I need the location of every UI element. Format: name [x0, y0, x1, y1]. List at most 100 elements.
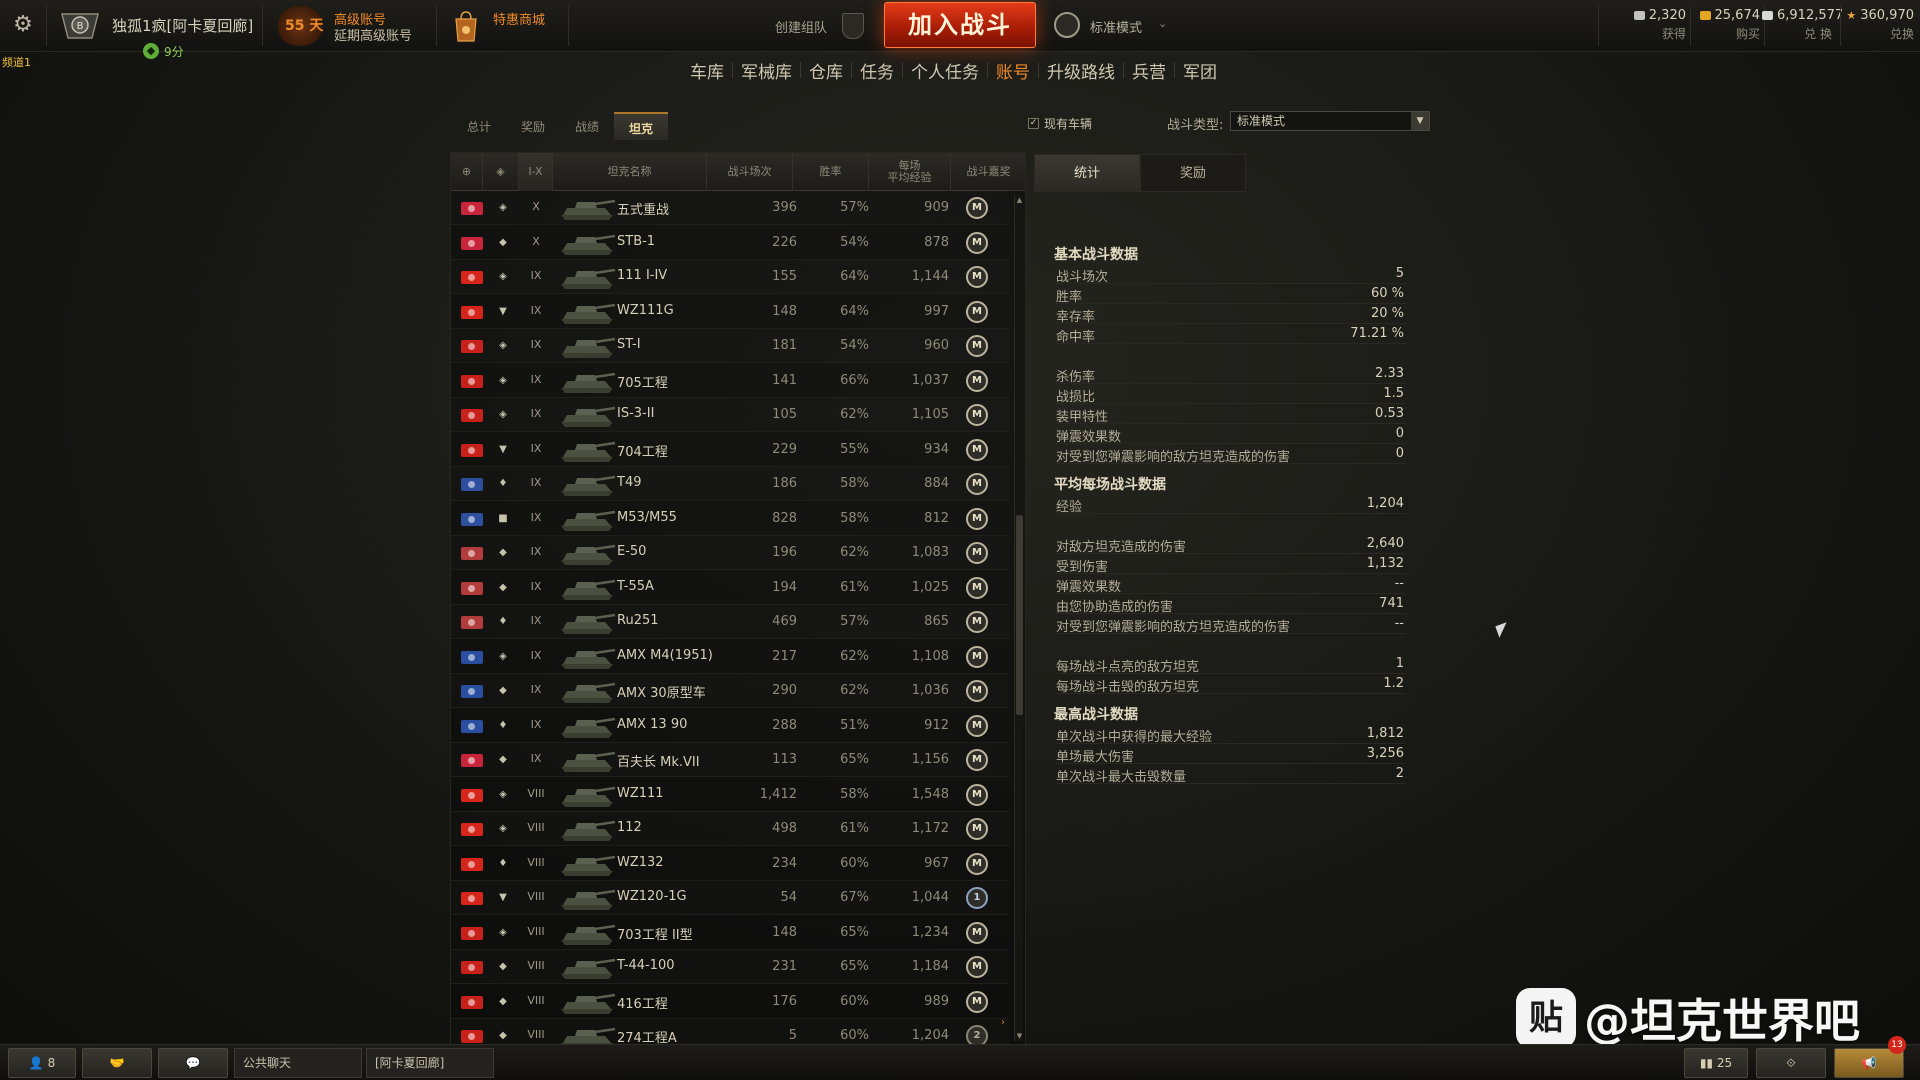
mastery-column-header[interactable]: 战斗嘉奖 — [951, 153, 1025, 191]
scroll-down-arrow-icon[interactable]: ▼ — [1015, 1031, 1024, 1041]
table-row[interactable]: ◈ IX ST-I 181 54% 960 M — [451, 329, 1009, 363]
chevron-down-icon[interactable]: ⌄ — [1158, 17, 1167, 30]
winrate-column-header[interactable]: 胜率 — [793, 153, 869, 191]
tank-battles: 290 — [772, 683, 797, 698]
tab-awards[interactable]: 奖励 — [1140, 154, 1246, 192]
tank-winrate: 66% — [840, 372, 869, 388]
table-row[interactable]: ◈ IX 111 I-IV 155 64% 1,144 M — [451, 260, 1009, 294]
type-column-icon[interactable]: ◈ — [483, 153, 519, 191]
sub-tab-2[interactable]: 战绩 — [560, 112, 614, 140]
credits-counter[interactable]: 6,912,577 兑 换 — [1762, 8, 1843, 46]
table-row[interactable]: ◈ VIII 112 498 61% 1,172 M — [451, 812, 1009, 846]
sub-tab-1[interactable]: 奖励 — [506, 112, 560, 140]
battles-column-header[interactable]: 战斗场次 — [707, 153, 793, 191]
tab-statistics[interactable]: 统计 — [1034, 154, 1140, 192]
owned-vehicles-label[interactable]: 现有车辆 — [1044, 115, 1092, 132]
tank-tier: VIII — [527, 993, 545, 1007]
nav-item-7[interactable]: 兵营 — [1124, 58, 1174, 83]
row-expand-arrow-icon[interactable]: › — [1001, 1017, 1005, 1028]
tank-silhouette-icon — [561, 1027, 616, 1044]
player-name[interactable]: 独孤1疯[阿卡夏回廊] — [112, 15, 253, 36]
stat-row: 经验 1,204 — [1054, 494, 1406, 515]
nav-item-3[interactable]: 任务 — [852, 58, 902, 83]
scrollbar-thumb[interactable] — [1016, 515, 1023, 715]
table-row[interactable]: ♦ IX AMX 13 90 288 51% 912 M — [451, 709, 1009, 743]
sub-tab-0[interactable]: 总计 — [452, 112, 506, 140]
nation-flag-usa-icon — [461, 512, 483, 526]
settings-gear-icon[interactable]: ⚙ — [10, 12, 36, 38]
chevron-down-icon[interactable]: ▼ — [1411, 112, 1429, 130]
table-row[interactable]: ◆ VIII 416工程 176 60% 989 M — [451, 985, 1009, 1019]
extend-premium-link[interactable]: 延期高级账号 — [334, 25, 412, 44]
handshake-icon[interactable]: 🤝 — [82, 1048, 152, 1078]
table-row[interactable]: ◈ IX IS-3-II 105 62% 1,105 M — [451, 398, 1009, 432]
table-row[interactable]: ◆ VIII 274工程A 5 60% 1,204 2 — [451, 1019, 1009, 1044]
shop-label[interactable]: 特惠商城 — [493, 9, 545, 28]
nation-column-globe-icon[interactable]: ⊕ — [451, 153, 483, 191]
crystals-counter[interactable]: ★ 360,970 兑换 — [1842, 8, 1914, 46]
battle-mode-icon[interactable] — [1054, 12, 1080, 38]
table-row[interactable]: ▼ IX WZ111G 148 64% 997 M — [451, 295, 1009, 329]
table-row[interactable]: ◆ IX AMX 30原型车 290 62% 1,036 M — [451, 674, 1009, 708]
table-row[interactable]: ◈ VIII WZ111 1,412 58% 1,548 M — [451, 778, 1009, 812]
join-battle-button[interactable]: 加入战斗 — [884, 2, 1036, 48]
nav-item-4[interactable]: 个人任务 — [903, 58, 987, 83]
tank-type-medium-icon: ◆ — [499, 995, 507, 1007]
nav-item-6[interactable]: 升级路线 — [1039, 58, 1123, 83]
avg-stats-list-2: 对敌方坦克造成的伤害 2,640 受到伤害 1,132 弹震效果数 -- 由您协助造成的伤害… — [1054, 534, 1406, 635]
player-rank-emblem-icon[interactable]: B — [58, 8, 102, 44]
create-squad-label[interactable]: 创建组队 — [775, 17, 827, 36]
table-row[interactable]: ▼ VIII WZ120-1G 54 67% 1,044 1 — [451, 881, 1009, 915]
tier-column-header[interactable]: I-X — [519, 153, 553, 191]
table-row[interactable]: ◈ VIII 703工程 II型 148 65% 1,234 M — [451, 916, 1009, 950]
tank-avg-xp: 1,204 — [911, 1028, 949, 1043]
sub-tab-3[interactable]: 坦克 — [614, 112, 669, 140]
stat-row: 单次战斗最大击毁数量 2 — [1054, 764, 1406, 785]
table-row[interactable]: ♦ IX Ru251 469 57% 865 M — [451, 605, 1009, 639]
table-row[interactable]: ♦ VIII WZ132 234 60% 967 M — [451, 847, 1009, 881]
table-row[interactable]: ◈ X 五式重战 396 57% 909 M — [451, 191, 1009, 225]
owned-vehicles-checkbox[interactable]: ✓ — [1028, 118, 1039, 129]
channel-tag[interactable]: 频道1 — [2, 54, 31, 70]
nation-flag-ussr-icon — [461, 961, 483, 974]
tank-winrate: 62% — [840, 545, 869, 560]
table-row[interactable]: ◆ X STB-1 226 54% 878 M — [451, 226, 1009, 260]
battle-mode-selector[interactable]: 标准模式 — [1090, 17, 1142, 36]
clan-chat-channel[interactable]: [阿卡夏回廊] — [366, 1048, 494, 1078]
scroll-up-arrow-icon[interactable]: ▲ — [1015, 195, 1024, 205]
table-row[interactable]: ◈ IX 705工程 141 66% 1,037 M — [451, 364, 1009, 398]
chat-bubble-icon[interactable]: 💬 — [158, 1048, 228, 1078]
nav-item-8[interactable]: 军团 — [1175, 58, 1225, 83]
friends-button[interactable]: 👤 8 — [8, 1048, 76, 1078]
table-row[interactable]: ◆ VIII T-44-100 231 65% 1,184 M — [451, 950, 1009, 984]
session-stats-button[interactable]: ▮▮ 25 — [1684, 1048, 1748, 1078]
tank-tier: IX — [530, 303, 542, 317]
tank-name-column-header[interactable]: 坦克名称 — [553, 153, 707, 191]
table-row[interactable]: ◆ IX T-55A 194 61% 1,025 M — [451, 571, 1009, 605]
tank-silhouette-icon — [561, 613, 616, 634]
public-chat-channel[interactable]: 公共聊天 — [234, 1048, 362, 1078]
waypoint-icon[interactable]: ⟐ — [1756, 1048, 1826, 1078]
table-row[interactable]: ◈ IX AMX M4(1951) 217 62% 1,108 M — [451, 640, 1009, 674]
table-row[interactable]: ♦ IX T49 186 58% 884 M — [451, 467, 1009, 501]
table-row[interactable]: ◆ IX 百夫长 Mk.VII 113 65% 1,156 M — [451, 743, 1009, 777]
battle-type-dropdown[interactable]: 标准模式 ▼ — [1230, 111, 1430, 131]
stat-label: 单次战斗中获得的最大经验 — [1056, 730, 1213, 745]
table-row[interactable]: ▼ IX 704工程 229 55% 934 M — [451, 433, 1009, 467]
table-row[interactable]: ■ IX M53/M55 828 58% 812 M — [451, 502, 1009, 536]
basic-stats-list-2: 杀伤率 2.33 战损比 1.5 装甲特性 0.53 弹震效果数 0 对受到您弹震影响的敌方坦克… — [1054, 364, 1406, 465]
nav-item-5[interactable]: 账号 — [988, 58, 1038, 83]
avg-xp-column-header[interactable]: 每场 平均经验 — [869, 153, 951, 191]
shop-bag-icon[interactable] — [452, 9, 480, 43]
gold-counter[interactable]: 25,674 购买 — [1686, 8, 1760, 46]
stat-label: 命中率 — [1056, 330, 1096, 345]
nav-item-2[interactable]: 仓库 — [801, 58, 851, 83]
stat-label: 每场战斗点亮的敌方坦克 — [1056, 660, 1200, 675]
divider — [262, 6, 263, 46]
nav-item-0[interactable]: 车库 — [682, 58, 732, 83]
squad-shield-icon[interactable] — [842, 13, 864, 39]
table-row[interactable]: ◆ IX E-50 196 62% 1,083 M — [451, 536, 1009, 570]
nav-item-1[interactable]: 军械库 — [733, 58, 800, 83]
free-xp-counter[interactable]: 2,320 获得 — [1612, 8, 1686, 46]
table-scrollbar[interactable]: ▲ ▼ — [1014, 195, 1023, 1041]
